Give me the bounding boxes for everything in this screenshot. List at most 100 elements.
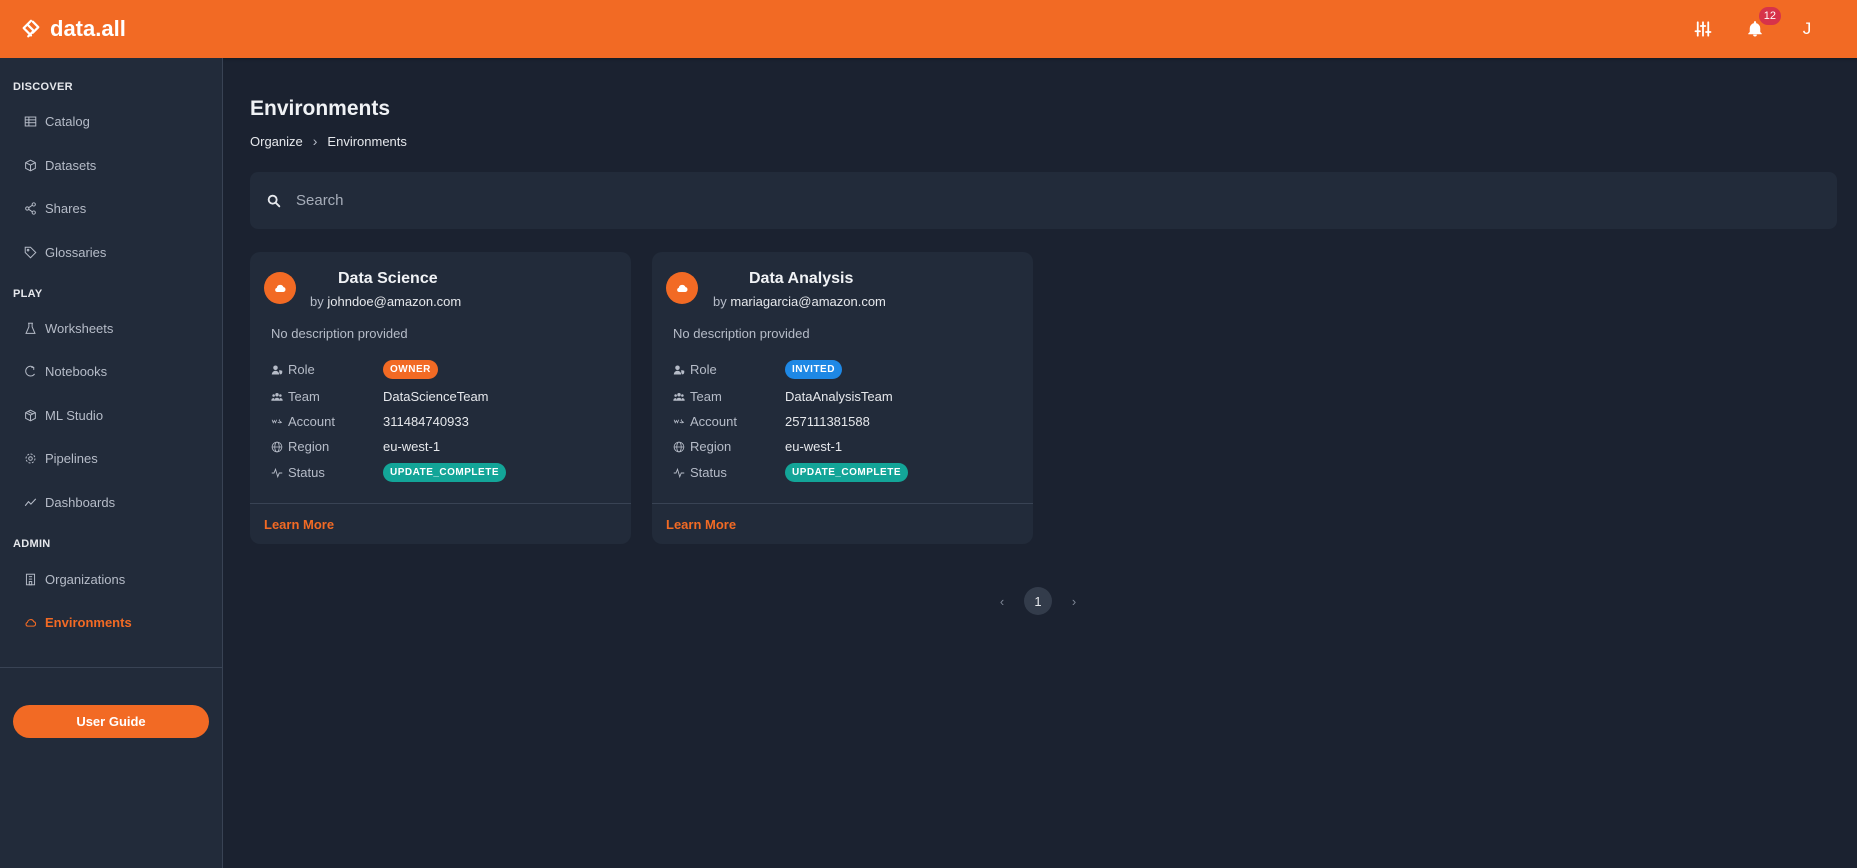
page-title: Environments xyxy=(250,97,391,120)
account-value: 257111381588 xyxy=(785,414,870,429)
user-guide-button[interactable]: User Guide xyxy=(13,705,209,738)
sidebar-item-label: Organizations xyxy=(45,572,126,587)
sidebar-item-label: Notebooks xyxy=(45,364,108,379)
environment-avatar xyxy=(666,272,698,304)
role-label: Role xyxy=(690,362,717,377)
role-badge: OWNER xyxy=(383,360,438,379)
breadcrumb: Organize › Environments xyxy=(250,133,407,149)
aws-icon xyxy=(271,418,283,424)
status-label: Status xyxy=(288,465,325,480)
environment-name[interactable]: Data Science xyxy=(338,270,438,288)
sidebar-item-label: Dashboards xyxy=(45,495,116,510)
globe-icon xyxy=(271,441,283,452)
team-row: Team DataAnalysisTeam xyxy=(673,389,893,404)
brand-logo[interactable]: data.all xyxy=(20,16,126,42)
chevron-left-icon[interactable]: ‹ xyxy=(996,594,1008,609)
environment-description: No description provided xyxy=(271,326,408,341)
account-label: Account xyxy=(288,414,335,429)
status-label: Status xyxy=(690,465,727,480)
search-bar xyxy=(250,172,1837,229)
environment-name[interactable]: Data Analysis xyxy=(749,270,853,288)
team-row: Team DataScienceTeam xyxy=(271,389,489,404)
data-all-logo-icon xyxy=(22,19,40,38)
notifications-button[interactable]: 12 xyxy=(1743,7,1781,41)
search-input[interactable] xyxy=(296,192,1837,209)
settings-sliders-button[interactable] xyxy=(1691,17,1715,41)
top-app-bar: data.all 12 J xyxy=(0,0,1857,58)
learn-more-link[interactable]: Learn More xyxy=(666,517,736,532)
cloud-icon xyxy=(275,284,286,292)
owner-email: mariagarcia@amazon.com xyxy=(730,294,886,309)
card-divider xyxy=(250,503,631,504)
sidebar-item-glossaries[interactable]: Glossaries xyxy=(24,245,106,260)
notification-count-badge: 12 xyxy=(1758,7,1781,25)
environment-card: Data Science by johndoe@amazon.com No de… xyxy=(250,252,631,544)
status-badge: UPDATE_COMPLETE xyxy=(785,463,908,482)
sidebar-item-shares[interactable]: Shares xyxy=(24,201,86,216)
team-value: DataScienceTeam xyxy=(383,389,489,404)
status-badge: UPDATE_COMPLETE xyxy=(383,463,506,482)
region-label: Region xyxy=(690,439,732,454)
sidebar-item-ml-studio[interactable]: ML Studio xyxy=(24,408,103,423)
user-avatar[interactable]: J xyxy=(1795,19,1819,39)
sidebar-item-label: Datasets xyxy=(45,158,97,173)
sidebar-item-dashboards[interactable]: Dashboards xyxy=(24,495,115,510)
sidebar-item-label: Environments xyxy=(45,615,132,630)
sidebar-item-notebooks[interactable]: Notebooks xyxy=(24,364,107,379)
notebook-icon xyxy=(25,365,35,377)
user-shield-icon xyxy=(673,365,685,374)
sidebar-item-datasets[interactable]: Datasets xyxy=(24,158,96,173)
search-icon xyxy=(267,194,281,207)
globe-icon xyxy=(673,441,685,452)
chart-line-icon xyxy=(24,498,37,507)
chevron-right-icon: › xyxy=(312,133,318,149)
cloud-icon xyxy=(25,619,37,627)
account-row: Account 311484740933 xyxy=(271,414,469,429)
role-row: Role INVITED xyxy=(673,360,842,379)
role-row: Role OWNER xyxy=(271,360,438,379)
sidebar-divider xyxy=(0,667,223,668)
breadcrumb-organize[interactable]: Organize xyxy=(250,134,303,149)
owner-email: johndoe@amazon.com xyxy=(327,294,462,309)
sidebar-item-label: Pipelines xyxy=(45,451,98,466)
cube-icon xyxy=(25,409,36,422)
building-icon xyxy=(25,573,36,586)
section-title-discover: DISCOVER xyxy=(13,81,73,93)
region-row: Region eu-west-1 xyxy=(271,439,440,454)
role-badge: INVITED xyxy=(785,360,842,379)
cloud-icon xyxy=(677,284,688,292)
sidebar: DISCOVER Catalog Datasets Shares Glossar… xyxy=(0,58,223,868)
owner-prefix: by xyxy=(310,294,324,309)
account-row: Account 257111381588 xyxy=(673,414,870,429)
chevron-right-icon[interactable]: › xyxy=(1068,594,1080,609)
flask-icon xyxy=(25,322,36,334)
user-shield-icon xyxy=(271,365,283,374)
share-icon xyxy=(25,202,36,215)
card-divider xyxy=(652,503,1033,504)
section-title-play: PLAY xyxy=(13,288,43,300)
sidebar-item-label: Catalog xyxy=(45,114,90,129)
region-row: Region eu-west-1 xyxy=(673,439,842,454)
aws-icon xyxy=(673,418,685,424)
environment-avatar xyxy=(264,272,296,304)
sidebar-item-catalog[interactable]: Catalog xyxy=(24,114,90,129)
brand-name: data.all xyxy=(50,16,126,41)
sliders-icon xyxy=(1694,21,1712,37)
sidebar-item-worksheets[interactable]: Worksheets xyxy=(24,321,113,336)
activity-icon xyxy=(271,467,283,478)
gear-icon xyxy=(25,453,36,464)
learn-more-link[interactable]: Learn More xyxy=(264,517,334,532)
sidebar-item-pipelines[interactable]: Pipelines xyxy=(24,451,98,466)
role-label: Role xyxy=(288,362,315,377)
users-icon xyxy=(271,392,283,401)
team-label: Team xyxy=(690,389,722,404)
owner-prefix: by xyxy=(713,294,727,309)
sidebar-item-organizations[interactable]: Organizations xyxy=(24,572,125,587)
region-label: Region xyxy=(288,439,330,454)
environment-owner: by mariagarcia@amazon.com xyxy=(713,294,886,309)
section-title-admin: ADMIN xyxy=(13,538,51,550)
page-button-current[interactable]: 1 xyxy=(1024,587,1052,615)
sidebar-item-environments[interactable]: Environments xyxy=(24,615,132,630)
region-value: eu-west-1 xyxy=(785,439,843,454)
status-row: Status UPDATE_COMPLETE xyxy=(673,463,908,482)
